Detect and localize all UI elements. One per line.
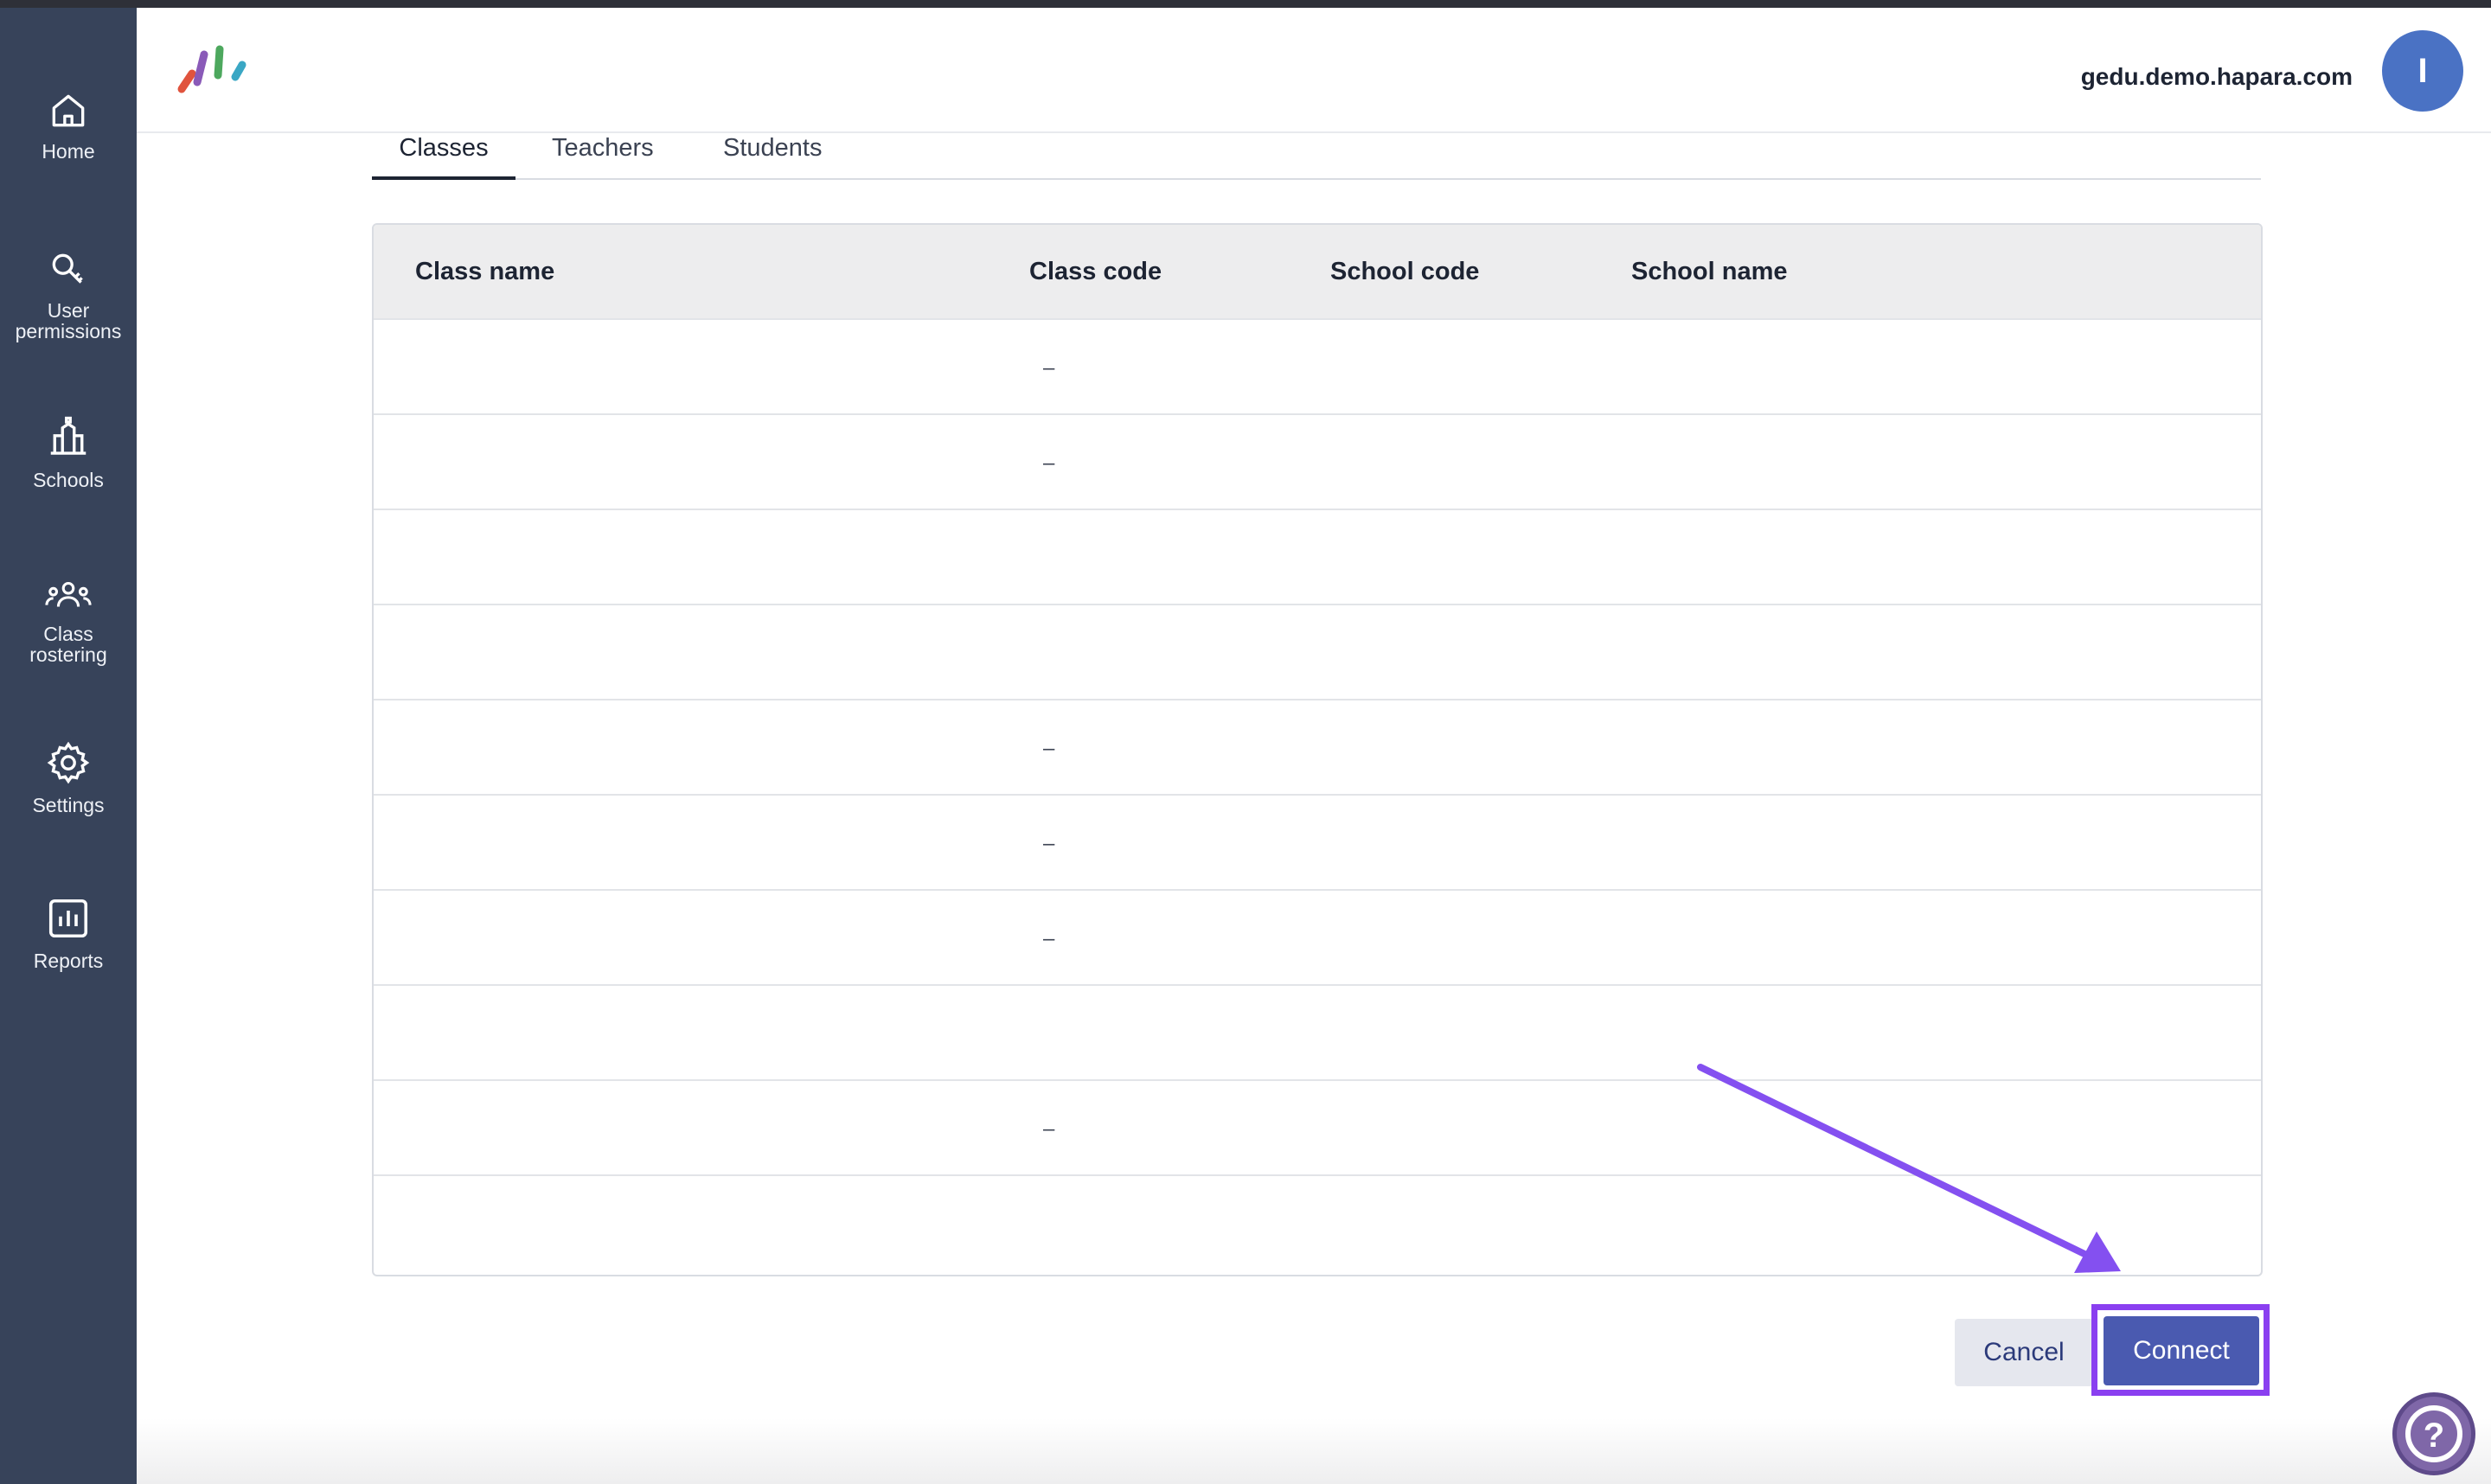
tab-students[interactable]: Students — [723, 126, 822, 176]
class-code-cell: – — [1043, 1117, 1055, 1141]
question-icon: ? — [2405, 1405, 2462, 1462]
sidebar-item-schools[interactable]: Schools — [0, 414, 137, 490]
school-icon — [50, 416, 86, 455]
table-row[interactable] — [374, 1174, 2261, 1271]
table-row[interactable]: – — [374, 794, 2261, 891]
class-code-cell: – — [1043, 737, 1055, 760]
sidebar-item-settings[interactable]: Settings — [0, 739, 137, 816]
footer-shadow — [137, 1418, 2491, 1484]
sidebar-item-label: Settings — [32, 794, 105, 816]
hapara-logo[interactable] — [175, 41, 253, 98]
sidebar-item-label: User permissions — [15, 299, 122, 342]
chart-icon — [48, 899, 88, 938]
gear-icon — [47, 741, 90, 784]
key-icon — [52, 253, 83, 284]
class-code-cell: – — [1043, 451, 1055, 475]
column-header-class-name[interactable]: Class name — [415, 258, 554, 286]
table-header: Class name Class code School code School… — [374, 225, 2261, 318]
avatar[interactable]: I — [2382, 30, 2463, 112]
table-row[interactable]: – — [374, 1079, 2261, 1176]
help-button[interactable]: ? — [2392, 1392, 2475, 1475]
table-row[interactable]: – — [374, 318, 2261, 415]
sidebar-item-reports[interactable]: Reports — [0, 895, 137, 971]
table-row[interactable]: – — [374, 699, 2261, 796]
table-row[interactable] — [374, 604, 2261, 700]
sidebar-item-user-permissions[interactable]: User permissions — [0, 248, 137, 342]
sidebar-item-label: Reports — [33, 950, 104, 972]
column-header-school-code[interactable]: School code — [1330, 258, 1479, 286]
table-row[interactable]: – — [374, 889, 2261, 986]
tab-teachers[interactable]: Teachers — [552, 126, 654, 176]
tab-bar: Classes Teachers Students — [372, 121, 2261, 180]
table-row[interactable] — [374, 984, 2261, 1081]
class-code-cell: – — [1043, 832, 1055, 855]
column-header-school-name[interactable]: School name — [1631, 258, 1788, 286]
home-icon — [52, 94, 85, 127]
sidebar-item-label: Schools — [33, 469, 104, 491]
window-top-bar — [0, 0, 2491, 8]
tab-classes[interactable]: Classes — [372, 126, 515, 180]
domain-label: gedu.demo.hapara.com — [2080, 63, 2353, 90]
users-icon — [45, 581, 92, 607]
class-code-cell: – — [1043, 356, 1055, 380]
sidebar-item-class-rostering[interactable]: Class rostering — [0, 575, 137, 665]
help-label: ? — [2424, 1417, 2444, 1455]
table-row[interactable] — [374, 509, 2261, 605]
sidebar: Home User permissions Schools Class rost… — [0, 8, 137, 1484]
classes-table: Class name Class code School code School… — [372, 223, 2263, 1276]
class-code-cell: – — [1043, 927, 1055, 950]
table-row[interactable]: – — [374, 413, 2261, 510]
connect-button[interactable]: Connect — [2104, 1316, 2259, 1385]
app-header: gedu.demo.hapara.com I — [137, 8, 2491, 133]
cancel-button[interactable]: Cancel — [1955, 1319, 2093, 1386]
sidebar-item-home[interactable]: Home — [0, 89, 137, 162]
column-header-class-code[interactable]: Class code — [1029, 258, 1162, 286]
sidebar-item-label: Class rostering — [29, 623, 107, 666]
sidebar-item-label: Home — [42, 140, 95, 163]
